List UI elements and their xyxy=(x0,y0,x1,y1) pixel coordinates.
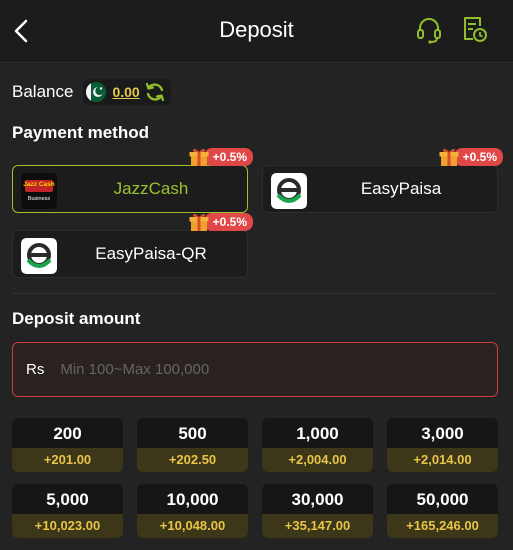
bonus-badge: +0.5% xyxy=(438,146,503,168)
payment-option-jazzcash[interactable]: Jazz Cash Business JazzCash +0.5% xyxy=(12,148,253,213)
payment-option-easypaisa-qr[interactable]: EasyPaisa-QR +0.5% xyxy=(12,213,253,278)
bonus-text: +0.5% xyxy=(203,148,253,166)
payment-method-title: Payment method xyxy=(12,123,149,142)
chip-amount: 500 xyxy=(178,424,207,443)
amount-chip[interactable]: 500 +202.50 xyxy=(137,418,248,472)
chip-amount: 10,000 xyxy=(166,490,219,509)
jazzcash-logo: Jazz Cash Business xyxy=(21,173,57,209)
chip-bonus: +202.50 xyxy=(137,448,248,472)
chip-bonus: +10,023.00 xyxy=(12,514,123,538)
header: Deposit xyxy=(0,0,513,63)
amount-chip[interactable]: 3,000 +2,014.00 xyxy=(387,418,498,472)
pakistan-flag-icon xyxy=(86,82,107,102)
jazzcash-logo-text: Jazz Cash xyxy=(23,181,55,188)
easypaisa-qr-logo xyxy=(21,238,57,274)
bonus-text: +0.5% xyxy=(453,148,503,166)
payment-option-name: EasyPaisa-QR xyxy=(95,244,207,263)
balance-row: Balance 0.00 xyxy=(12,79,171,105)
amount-chip[interactable]: 200 +201.00 xyxy=(12,418,123,472)
chip-bonus: +35,147.00 xyxy=(262,514,373,538)
headset-icon[interactable] xyxy=(416,15,442,45)
chip-amount: 5,000 xyxy=(46,490,89,509)
bonus-badge: +0.5% xyxy=(188,146,253,168)
chip-amount: 3,000 xyxy=(421,424,464,443)
chip-bonus: +165,246.00 xyxy=(387,514,498,538)
chip-amount: 50,000 xyxy=(416,490,469,509)
balance-value: 0.00 xyxy=(112,84,140,100)
gift-icon xyxy=(189,213,209,231)
payment-option-name: EasyPaisa xyxy=(360,179,442,198)
jazzcash-logo-subtext: Business xyxy=(27,196,51,202)
balance-label: Balance xyxy=(12,82,74,101)
amount-chip[interactable]: 30,000 +35,147.00 xyxy=(262,484,373,538)
payment-option-name: JazzCash xyxy=(113,179,189,198)
chip-amount: 200 xyxy=(53,424,82,443)
divider xyxy=(12,293,498,294)
document-clock-icon[interactable] xyxy=(461,15,487,45)
payment-option-easypaisa[interactable]: EasyPaisa +0.5% xyxy=(262,148,503,213)
chip-amount: 30,000 xyxy=(291,490,344,509)
gift-icon xyxy=(189,148,209,166)
bonus-badge: +0.5% xyxy=(188,211,253,233)
easypaisa-logo xyxy=(271,173,307,209)
bonus-text: +0.5% xyxy=(203,213,253,231)
amount-chip[interactable]: 50,000 +165,246.00 xyxy=(387,484,498,538)
amount-chip[interactable]: 1,000 +2,004.00 xyxy=(262,418,373,472)
chip-amount: 1,000 xyxy=(296,424,339,443)
deposit-amount-title: Deposit amount xyxy=(12,309,141,328)
refresh-icon[interactable] xyxy=(144,81,166,103)
gift-icon xyxy=(439,148,459,166)
chip-bonus: +201.00 xyxy=(12,448,123,472)
amount-chip[interactable]: 5,000 +10,023.00 xyxy=(12,484,123,538)
chip-bonus: +2,014.00 xyxy=(387,448,498,472)
currency-label: Rs xyxy=(26,361,45,378)
chip-bonus: +2,004.00 xyxy=(262,448,373,472)
chip-bonus: +10,048.00 xyxy=(137,514,248,538)
balance-display: 0.00 xyxy=(83,79,171,105)
deposit-amount-input[interactable] xyxy=(58,360,463,379)
deposit-amount-field[interactable]: Rs xyxy=(12,342,498,397)
amount-chip[interactable]: 10,000 +10,048.00 xyxy=(137,484,248,538)
